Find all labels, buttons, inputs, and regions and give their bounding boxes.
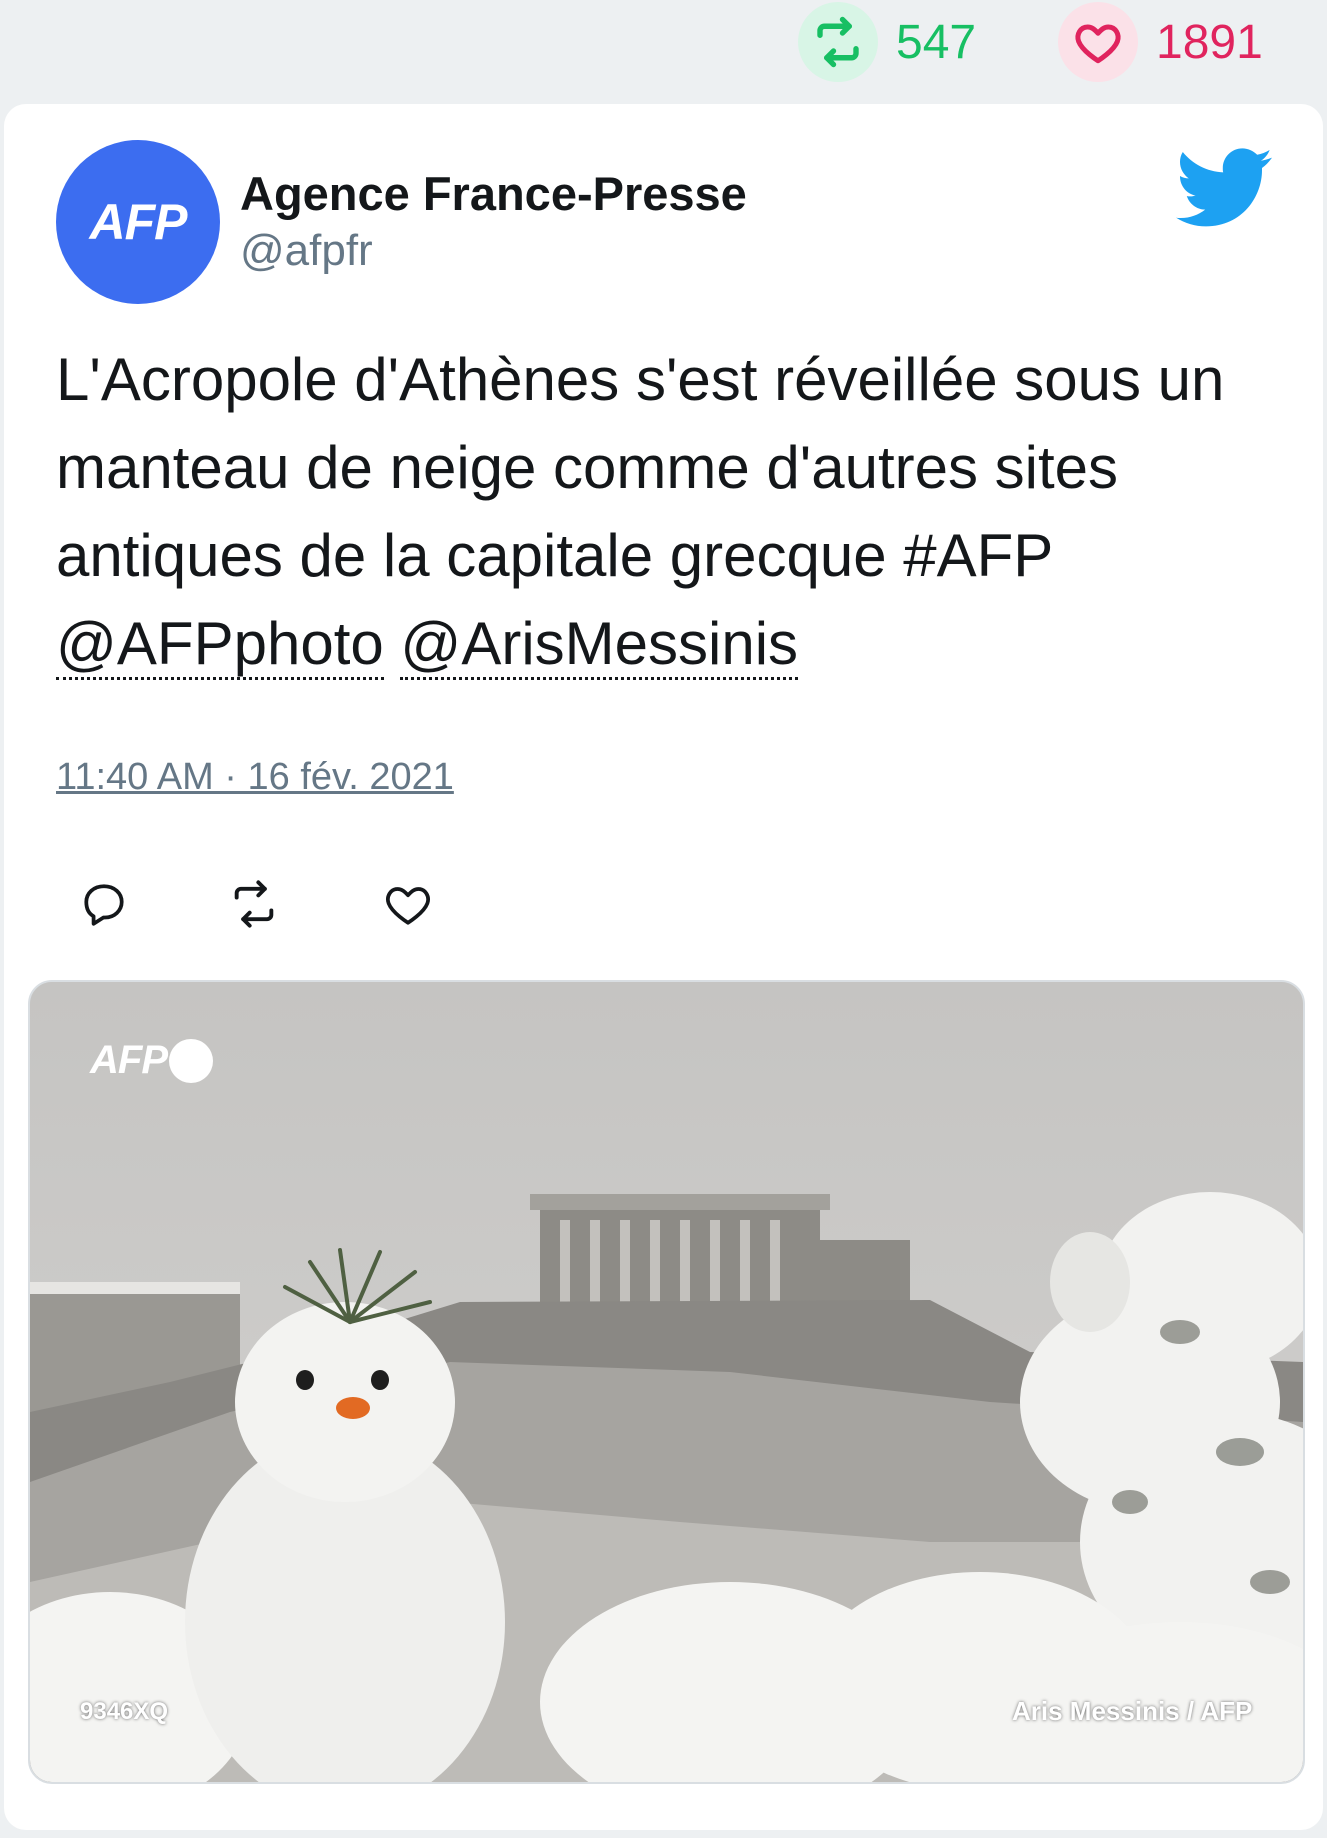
avatar-logo-text: AFP bbox=[89, 194, 188, 250]
tweet-body: L'Acropole d'Athènes s'est réveillée sou… bbox=[56, 346, 1225, 589]
like-count: 1891 bbox=[1156, 15, 1263, 69]
retweet-button[interactable] bbox=[224, 874, 284, 934]
mention-afpphoto[interactable]: @AFPphoto bbox=[56, 610, 384, 680]
engagement-bar: 547 1891 bbox=[0, 0, 1327, 100]
tweet-text: L'Acropole d'Athènes s'est réveillée sou… bbox=[56, 336, 1286, 688]
reply-button[interactable] bbox=[74, 874, 134, 934]
watermark-text: AFP bbox=[90, 1038, 168, 1082]
retweet-icon bbox=[234, 880, 274, 928]
tweet-photo[interactable]: AFP 9346XQ Aris Messinis / AFP bbox=[28, 980, 1305, 1784]
author-handle[interactable]: @afpfr bbox=[240, 226, 373, 276]
heart-icon bbox=[1058, 2, 1138, 82]
tweet-card[interactable]: AFP Agence France-Presse @afpfr L'Acropo… bbox=[4, 104, 1323, 1830]
mention-separator bbox=[384, 610, 401, 677]
twitter-bird-icon[interactable] bbox=[1176, 148, 1272, 228]
like-icon bbox=[386, 887, 430, 925]
mention-arismessinis[interactable]: @ArisMessinis bbox=[400, 610, 799, 680]
watermark-dot bbox=[169, 1038, 213, 1083]
retweet-count-stat[interactable]: 547 bbox=[798, 2, 976, 82]
afp-watermark-logo: AFP bbox=[90, 1038, 213, 1083]
like-count-stat[interactable]: 1891 bbox=[1058, 2, 1263, 82]
tweet-timestamp[interactable]: 11:40 AM · 16 fév. 2021 bbox=[56, 756, 454, 799]
like-button[interactable] bbox=[378, 874, 438, 934]
retweet-icon bbox=[798, 2, 878, 82]
reply-icon bbox=[84, 884, 124, 926]
author-name[interactable]: Agence France-Presse bbox=[240, 166, 747, 221]
acropolis-snow-photo bbox=[30, 982, 1303, 1782]
avatar[interactable]: AFP bbox=[56, 140, 220, 304]
photo-credit: Aris Messinis / AFP bbox=[1012, 1696, 1253, 1726]
photo-id: 9346XQ bbox=[80, 1698, 169, 1725]
retweet-count: 547 bbox=[896, 15, 977, 69]
